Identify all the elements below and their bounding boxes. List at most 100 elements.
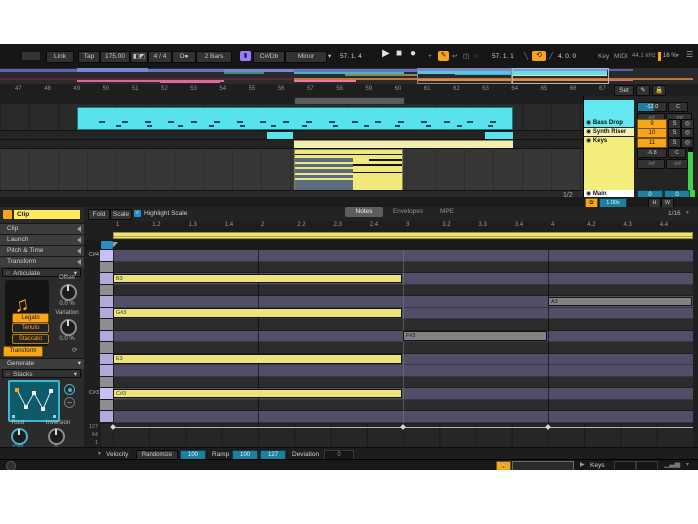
inversion-knob[interactable] xyxy=(48,428,65,445)
editor-scrollbar[interactable] xyxy=(512,461,574,470)
overview-viewport-right[interactable] xyxy=(512,68,609,84)
midi-note-B3[interactable]: B3 xyxy=(113,274,402,284)
back-to-arrangement-icon[interactable]: ↩ xyxy=(452,52,457,61)
piano-key[interactable] xyxy=(100,262,113,274)
automation-mode-icon[interactable]: ○ xyxy=(474,52,478,61)
tempo-field[interactable]: 175.00 xyxy=(100,51,130,63)
legato-button[interactable]: Legato xyxy=(12,313,49,323)
piano-keys[interactable] xyxy=(100,250,113,423)
highlight-scale-checkbox[interactable]: ✓ xyxy=(134,210,141,217)
staccato-button[interactable]: Staccato xyxy=(12,334,49,344)
stacks-mode-radio-2[interactable] xyxy=(64,397,75,408)
position-display[interactable]: 57. 1. 4 xyxy=(340,52,362,61)
track-select-caret-icon[interactable]: ▶ xyxy=(580,461,585,470)
piano-key[interactable] xyxy=(100,250,113,262)
tenuto-button[interactable]: Tenuto xyxy=(12,323,49,333)
selected-track-volume[interactable]: -12.0 xyxy=(637,102,667,112)
velocity-lane[interactable] xyxy=(100,424,693,447)
transform-button[interactable]: Transform xyxy=(3,346,43,357)
draw-mode-icon[interactable]: ✎ xyxy=(438,51,449,61)
status-caret-icon[interactable]: ▾ xyxy=(686,461,689,470)
track-header-bass-drop[interactable]: ◉ Bass Drop xyxy=(584,119,634,127)
punch-out-icon[interactable]: ╱ xyxy=(549,52,553,61)
clip-keys[interactable] xyxy=(294,149,403,191)
velocity-marker[interactable] xyxy=(400,424,406,430)
unfold-icon[interactable]: ◉ xyxy=(586,120,591,126)
keys-color-chooser[interactable] xyxy=(584,146,634,190)
keys-send-a[interactable]: -inf xyxy=(637,159,665,169)
piano-key[interactable] xyxy=(100,308,113,320)
editor-ruler[interactable]: 11.21.31.422.22.32.433.23.33.444.24.34.4 xyxy=(84,221,698,231)
menu-icon[interactable]: ☰ xyxy=(686,50,693,59)
velocity-marker[interactable] xyxy=(545,424,551,430)
scale-button[interactable]: Scale xyxy=(110,209,132,220)
offset-knob[interactable] xyxy=(60,284,77,301)
piano-key[interactable] xyxy=(100,377,113,389)
panel-section-generate[interactable]: Generate▾ xyxy=(0,358,84,369)
panel-section-launch[interactable]: Launch xyxy=(0,234,84,245)
set-button[interactable]: Set xyxy=(614,85,634,96)
stacks-mode-radio-1[interactable] xyxy=(64,384,75,395)
preview-headphone-button[interactable] xyxy=(101,241,113,249)
keys-arm-button[interactable]: ◎ xyxy=(681,138,694,148)
midi-note-F#3[interactable]: F#3 xyxy=(403,331,547,341)
quantize-menu[interactable]: 2 Bars xyxy=(196,51,232,63)
midi-note-C#3[interactable]: C#3 xyxy=(113,389,402,399)
scale-caret-icon[interactable]: ▾ xyxy=(328,52,331,61)
piano-key[interactable] xyxy=(100,273,113,285)
key-map-button[interactable]: Key xyxy=(598,52,609,61)
loop-length-field[interactable]: 4. 0. 0 xyxy=(558,52,576,61)
piano-key[interactable] xyxy=(100,400,113,412)
clip-bass-drop-main[interactable] xyxy=(77,107,513,130)
session-grid-icon[interactable]: ◫ xyxy=(463,52,469,61)
scale-icon[interactable]: ▮ xyxy=(240,51,251,61)
status-track-name[interactable]: Keys xyxy=(590,461,604,470)
variation-knob[interactable] xyxy=(60,319,77,336)
midi-note-A3[interactable]: A3 xyxy=(548,297,692,307)
stacks-pad[interactable] xyxy=(8,380,60,422)
transform-refresh-icon[interactable]: ⟳ xyxy=(72,346,77,355)
tab-notes[interactable]: Notes xyxy=(345,207,383,217)
clip-tab[interactable]: Clip xyxy=(14,210,80,219)
keys-channel[interactable]: 11 xyxy=(637,138,667,148)
track-header-synth-riser[interactable]: ◉ Synth Riser xyxy=(584,128,634,136)
midi-note-E3[interactable]: E3 xyxy=(113,354,402,364)
piano-key[interactable] xyxy=(100,331,113,343)
variation-knob-value[interactable]: 0.0 % xyxy=(52,336,82,342)
synth-riser-solo-button[interactable]: S xyxy=(668,128,681,138)
keys-solo-button[interactable]: S xyxy=(668,138,681,148)
lock-button[interactable]: 🔒 xyxy=(652,85,666,96)
grid-setting[interactable]: 1/16 xyxy=(668,209,681,218)
generate-tool-selector[interactable]: ○ Stacks ▾ xyxy=(2,369,81,378)
window-controls[interactable] xyxy=(22,52,40,60)
clip-bass-drop-fill-2[interactable] xyxy=(485,132,513,139)
panel-section-clip[interactable]: Clip xyxy=(0,223,84,234)
selected-track-color-chooser[interactable] xyxy=(584,100,634,119)
lane-keys[interactable] xyxy=(0,148,583,191)
metronome-button[interactable]: ◧◩ xyxy=(130,51,148,63)
loop-start-field[interactable]: 57. 1. 1 xyxy=(492,52,514,61)
overview-viewport-left[interactable] xyxy=(417,68,512,84)
grid-top-strip[interactable] xyxy=(84,240,698,250)
synth-riser-arm-button[interactable]: ◎ xyxy=(681,128,694,138)
piano-key[interactable] xyxy=(100,388,113,400)
note-grid[interactable]: B3G#3E3C#3F#3A3 xyxy=(113,250,693,423)
cpu-caret-icon[interactable]: ▾ xyxy=(676,52,679,61)
grid-caret-icon[interactable]: ▾ xyxy=(686,209,689,218)
track-header-keys[interactable]: ◉ Keys xyxy=(584,137,634,146)
panel-section-transform[interactable]: Transform xyxy=(0,256,84,267)
play-button[interactable]: ▶ xyxy=(382,49,390,58)
pencil-button[interactable]: ✎ xyxy=(636,85,650,96)
help-circle-icon[interactable] xyxy=(6,461,16,470)
piano-key[interactable] xyxy=(100,319,113,331)
tab-mpe[interactable]: MPE xyxy=(433,207,461,217)
piano-key[interactable] xyxy=(100,411,113,423)
offset-knob-value[interactable]: 0.0 % xyxy=(52,301,82,307)
root-knob[interactable] xyxy=(11,428,28,445)
tap-button[interactable]: Tap xyxy=(78,51,100,63)
clip-loop-bar[interactable] xyxy=(113,232,693,239)
keys-volume[interactable]: -6.8 xyxy=(637,148,667,158)
lane-caret-icon[interactable]: ▾ xyxy=(98,450,101,459)
tab-envelopes[interactable]: Envelopes xyxy=(386,207,430,217)
unfold-icon[interactable]: ◉ xyxy=(586,138,591,144)
